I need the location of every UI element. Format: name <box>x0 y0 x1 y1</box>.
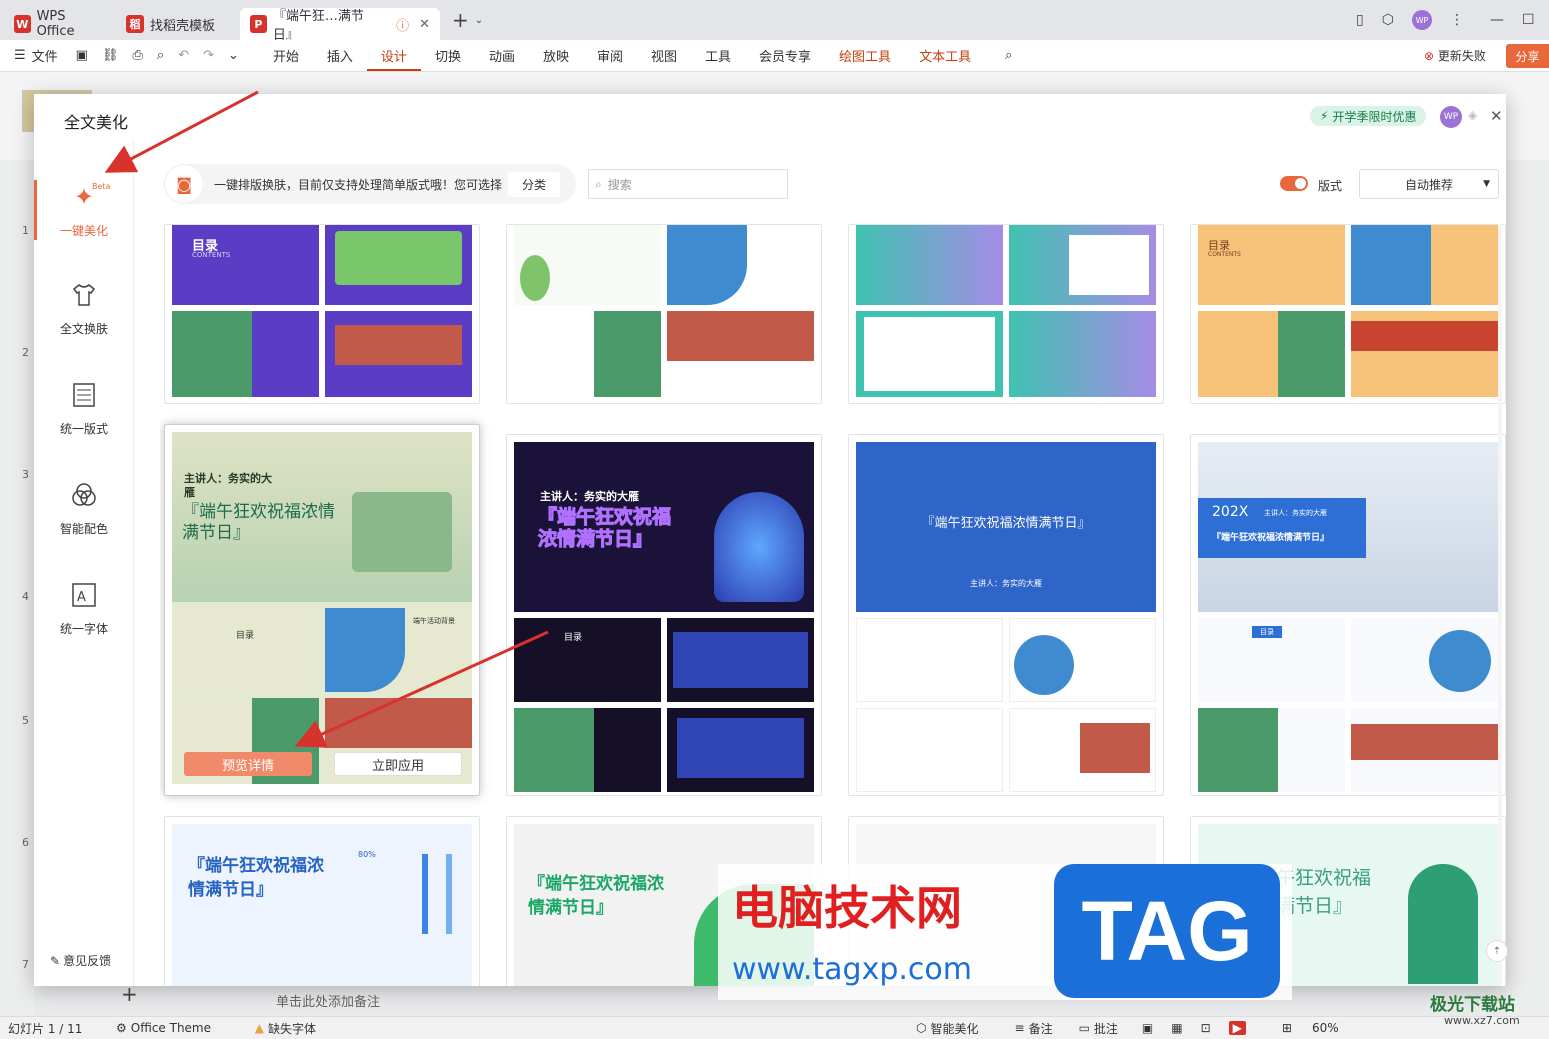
watermark-url: www.tagxp.com <box>732 952 972 987</box>
watermark-panel: 电脑技术网 www.tagxp.com TAG <box>718 864 1292 1000</box>
arrow-to-preview <box>294 630 549 748</box>
watermark-tag-logo: TAG <box>1054 864 1280 998</box>
watermark-cn: 电脑技术网 <box>732 881 962 935</box>
arrow-to-beautify <box>104 90 259 173</box>
corner-watermark: 极光下载站 www.xz7.com <box>1430 995 1520 1027</box>
